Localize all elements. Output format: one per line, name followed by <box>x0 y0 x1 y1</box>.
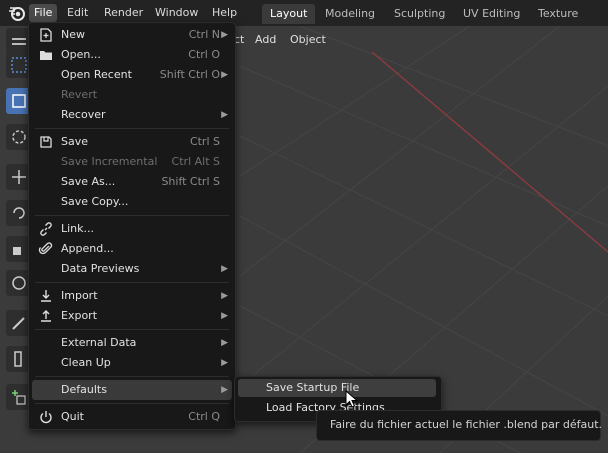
file-menu-dropdown: New Ctrl N ▶ Open... Ctrl O Open Recent … <box>28 22 236 430</box>
box-select-icon <box>11 57 27 73</box>
menu-item-data-previews[interactable]: Data Previews ▶ <box>32 259 232 279</box>
export-icon <box>41 310 51 322</box>
tab-texture-paint[interactable]: Texture Paint <box>530 4 608 40</box>
menu-item-label: Save <box>61 135 89 148</box>
tooltip-text: Faire du fichier actuel le fichier .blen… <box>330 418 603 431</box>
menu-file[interactable]: File <box>29 4 58 22</box>
menu-item-label: Clean Up <box>61 356 111 369</box>
transform-icon <box>12 276 26 290</box>
menu-item-label: Link... <box>61 222 95 235</box>
menu-separator <box>35 376 229 377</box>
viewport-menu-object[interactable]: Object <box>286 30 330 50</box>
menu-window[interactable]: Window <box>150 4 203 22</box>
menu-item-label: Data Previews <box>61 262 140 275</box>
menu-separator <box>35 282 229 283</box>
submenu-arrow-icon: ▶ <box>221 70 228 80</box>
add-object-icon <box>12 390 26 405</box>
menu-item-save-copy[interactable]: Save Copy... <box>32 192 232 212</box>
submenu-arrow-icon: ▶ <box>221 30 228 40</box>
menu-item-label: Save Copy... <box>61 195 129 208</box>
menu-item-label: Append... <box>61 242 114 255</box>
blender-logo-icon[interactable] <box>8 4 26 22</box>
menu-item-clean-up[interactable]: Clean Up ▶ <box>32 353 232 373</box>
menu-item-import[interactable]: Import ▶ <box>32 286 232 306</box>
menu-item-label: Defaults <box>61 383 107 396</box>
3d-cursor-icon <box>12 130 26 144</box>
tooltip: Faire du fichier actuel le fichier .blen… <box>316 410 603 441</box>
menu-item-defaults[interactable]: Defaults ▶ <box>32 380 232 400</box>
menu-separator <box>35 128 229 129</box>
tab-layout[interactable]: Layout <box>262 4 316 24</box>
menu-item-save[interactable]: Save Ctrl S <box>32 132 232 152</box>
menu-item-label: Open... <box>61 48 101 61</box>
cursor-select-icon <box>12 94 26 108</box>
menu-separator <box>35 215 229 216</box>
import-icon <box>41 290 51 302</box>
submenu-arrow-icon: ▶ <box>221 311 228 321</box>
menu-item-label: Import <box>61 289 98 302</box>
move-icon <box>12 170 26 184</box>
new-file-icon <box>40 28 52 42</box>
power-icon <box>40 411 52 424</box>
menu-item-label: Quit <box>61 410 84 423</box>
menu-item-export[interactable]: Export ▶ <box>32 306 232 326</box>
annotate-icon <box>12 317 25 330</box>
menu-item-shortcut: Ctrl S <box>189 135 220 148</box>
menu-item-open-recent[interactable]: Open Recent Shift Ctrl O ▶ <box>32 65 232 85</box>
menu-item-save-as[interactable]: Save As... Shift Ctrl S <box>32 172 232 192</box>
submenu-arrow-icon: ▶ <box>221 110 228 120</box>
submenu-arrow-icon: ▶ <box>221 338 228 348</box>
append-icon <box>38 242 53 255</box>
menu-item-quit[interactable]: Quit Ctrl Q <box>32 407 232 427</box>
rotate-icon <box>13 207 25 219</box>
menu-item-external-data[interactable]: External Data ▶ <box>32 333 232 353</box>
scale-icon <box>13 247 21 255</box>
menu-item-append[interactable]: Append... <box>32 239 232 259</box>
submenu-arrow-icon: ▶ <box>221 264 228 274</box>
submenu-arrow-icon: ▶ <box>221 291 228 301</box>
menu-item-shortcut: Ctrl O <box>188 48 220 61</box>
measure-icon <box>14 351 22 367</box>
menu-item-link[interactable]: Link... <box>32 219 232 239</box>
menu-item-label: Revert <box>61 88 98 101</box>
menu-item-label: Export <box>61 309 98 322</box>
menu-edit[interactable]: Edit <box>62 4 93 22</box>
mouse-pointer-icon <box>345 390 359 408</box>
menu-item-label: Recover <box>61 108 106 121</box>
menu-item-label: Save As... <box>61 175 116 188</box>
menu-item-recover[interactable]: Recover ▶ <box>32 105 232 125</box>
tab-sculpting[interactable]: Sculpting <box>386 4 453 24</box>
menu-item-shortcut: Ctrl N <box>188 28 220 41</box>
menu-separator <box>35 329 229 330</box>
menu-item-shortcut: Ctrl Alt S <box>171 155 220 168</box>
menu-item-revert: Revert <box>32 85 232 105</box>
menu-separator <box>35 403 229 404</box>
viewport-menu-add[interactable]: Add <box>251 30 280 50</box>
menu-item-shortcut: Ctrl Q <box>188 410 220 423</box>
submenu-arrow-icon: ▶ <box>221 358 228 368</box>
menu-item-new[interactable]: New Ctrl N ▶ <box>32 25 232 45</box>
tab-modeling[interactable]: Modeling <box>317 4 383 24</box>
menu-item-label: New <box>61 28 85 41</box>
submenu-item-save-startup-file[interactable]: Save Startup File <box>238 379 436 397</box>
link-icon <box>40 222 52 236</box>
tab-uv-editing[interactable]: UV Editing <box>455 4 528 24</box>
menu-item-save-incremental: Save Incremental Ctrl Alt S <box>32 152 232 172</box>
folder-icon <box>40 51 52 60</box>
submenu-arrow-icon: ▶ <box>221 385 228 395</box>
menu-item-label: External Data <box>61 336 137 349</box>
tool-settings-icon <box>12 38 26 45</box>
menu-help[interactable]: Help <box>207 4 242 22</box>
menu-render[interactable]: Render <box>99 4 148 22</box>
save-icon <box>40 136 52 148</box>
menu-item-shortcut: Shift Ctrl O <box>159 68 220 81</box>
menu-item-open[interactable]: Open... Ctrl O <box>32 45 232 65</box>
menu-item-label: Save Incremental <box>61 155 158 168</box>
menu-item-label: Open Recent <box>61 68 132 81</box>
menu-item-shortcut: Shift Ctrl S <box>161 175 220 188</box>
